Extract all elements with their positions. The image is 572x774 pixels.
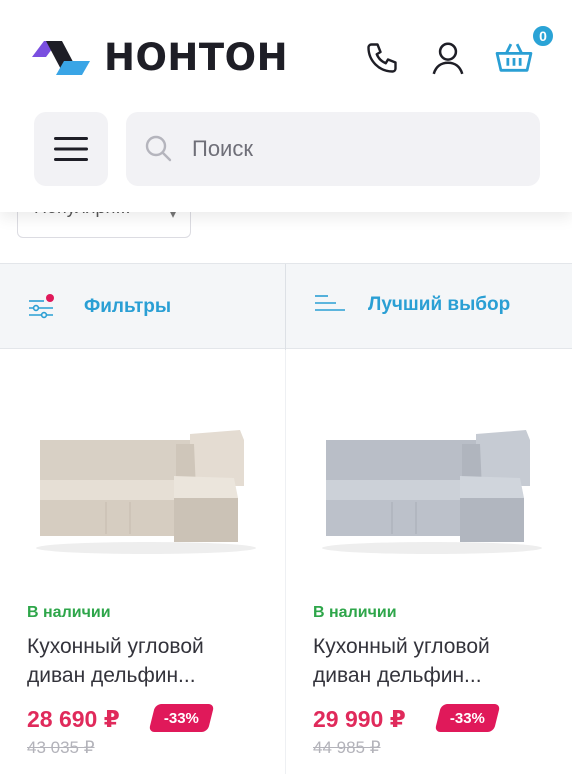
search-icon [145,135,172,162]
product-image[interactable] [312,420,552,560]
old-price: 44 985 ₽ [313,738,381,757]
phone-icon[interactable] [362,38,402,78]
product-title-line: диван дельфин... [27,664,196,687]
cart-count-badge: 0 [531,24,555,48]
divider [285,264,286,350]
product-card[interactable]: В наличии Кухонный угловой диван дельфин… [286,350,572,774]
discount-badge: -33% [148,704,215,732]
search-input[interactable] [192,136,512,162]
stock-status: В наличии [313,604,397,621]
search-bar[interactable] [126,112,540,186]
product-title[interactable]: Кухонный угловой диван дельфин... [27,632,277,690]
discount-value: -33% [164,709,200,727]
filters-button[interactable]: Фильтры [28,292,171,322]
hamburger-icon [54,137,88,161]
header: НОНТОН 0 [0,0,572,212]
best-choice-label: Лучший выбор [368,294,511,315]
logo[interactable]: НОНТОН [32,36,288,79]
product-price: 28 690 ₽ [27,706,120,732]
product-price: 29 990 ₽ [313,706,406,732]
product-title-line: Кухонный угловой [27,635,204,658]
filters-label: Фильтры [84,296,172,317]
logo-icon [32,40,90,75]
old-price: 43 035 ₽ [27,738,95,757]
filter-bar: Фильтры Лучший выбор [0,263,572,350]
product-image[interactable] [26,420,266,560]
discount-badge: -33% [434,704,501,732]
discount-value: -33% [450,709,486,727]
basket-icon[interactable] [494,38,534,78]
sort-lines-icon [315,295,345,311]
stock-status: В наличии [27,604,111,621]
menu-button[interactable] [34,112,108,186]
filters-icon [29,294,54,319]
sort-best-choice-button[interactable]: Лучший выбор [314,290,510,320]
brand-name: НОНТОН [104,36,289,79]
product-title-line: диван дельфин... [313,664,482,687]
product-title-line: Кухонный угловой [313,635,490,658]
user-icon[interactable] [428,38,468,78]
product-card[interactable]: В наличии Кухонный угловой диван дельфин… [0,350,286,774]
product-title[interactable]: Кухонный угловой диван дельфин... [313,632,563,690]
